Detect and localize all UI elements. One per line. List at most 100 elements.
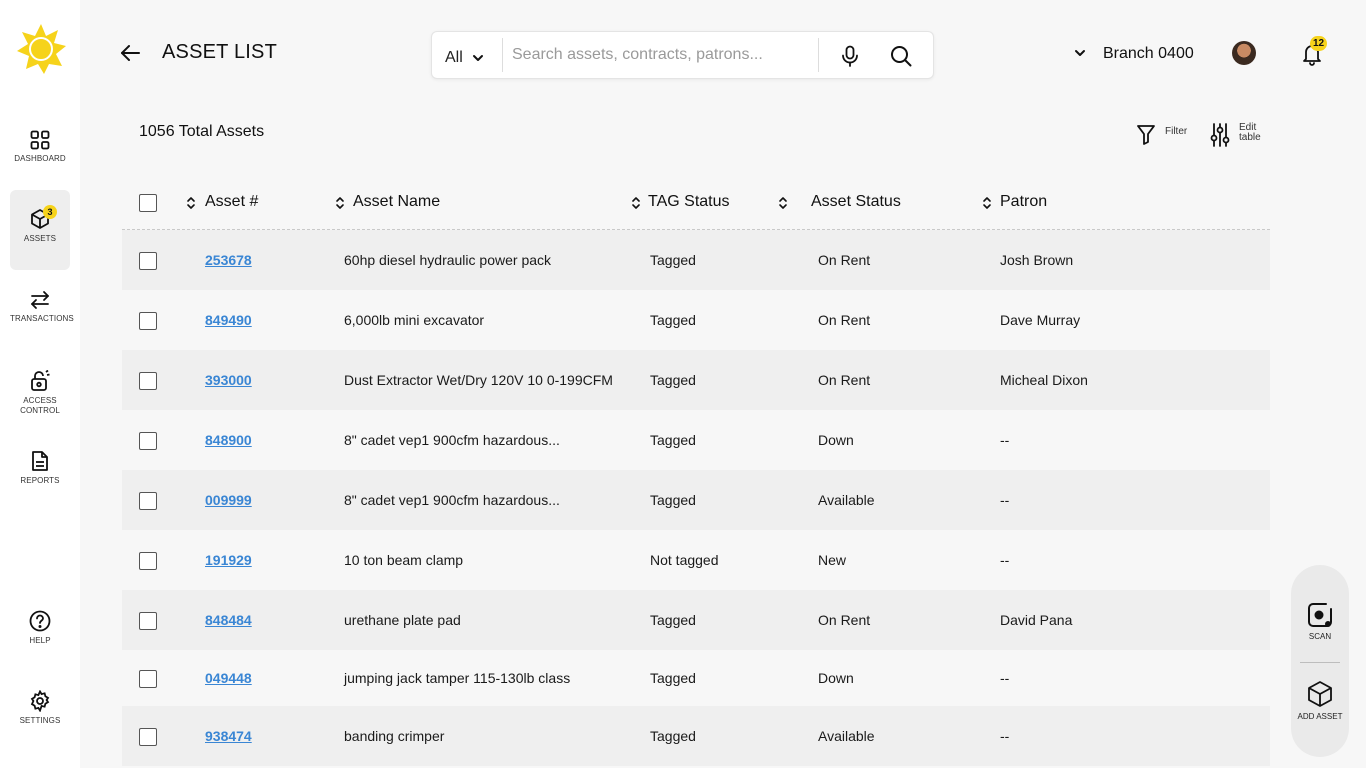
sidebar-item-dashboard[interactable]: DASHBOARD <box>10 112 70 192</box>
sort-icon[interactable] <box>631 195 641 211</box>
asset-number-link[interactable]: 253678 <box>205 252 252 268</box>
patron: -- <box>1000 728 1010 744</box>
search-scope-select[interactable]: All <box>432 32 502 78</box>
tag-status: Tagged <box>650 432 696 448</box>
sort-icon[interactable] <box>335 195 345 211</box>
row-checkbox[interactable] <box>139 492 157 510</box>
sun-logo-icon[interactable] <box>16 24 66 74</box>
sidebar-item-label: TRANSACTIONS <box>10 314 74 323</box>
column-header-asset-status[interactable]: Asset Status <box>811 193 901 211</box>
sidebar-item-label: HELP <box>29 636 51 645</box>
gear-icon <box>30 690 50 712</box>
add-asset-label: ADD ASSET <box>1297 712 1343 721</box>
asset-name: 8" cadet vep1 900cfm hazardous... <box>344 492 560 508</box>
search-icon[interactable] <box>890 45 912 67</box>
sidebar-item-access-control[interactable]: ACCESS CONTROL <box>10 352 70 432</box>
asset-status: Down <box>818 670 854 686</box>
asset-name: 60hp diesel hydraulic power pack <box>344 252 552 268</box>
edit-table-button[interactable]: Edit table <box>1210 120 1270 150</box>
asset-status: Down <box>818 432 854 448</box>
column-header-tag-status[interactable]: TAG Status <box>648 193 730 211</box>
sidebar-item-label: DASHBOARD <box>14 154 66 163</box>
row-checkbox[interactable] <box>139 612 157 630</box>
column-header-asset-name[interactable]: Asset Name <box>353 193 440 211</box>
patron: -- <box>1000 552 1010 568</box>
sort-icon[interactable] <box>982 195 992 211</box>
sidebar-item-assets[interactable]: 3 ASSETS <box>10 190 70 270</box>
scan-label: SCAN <box>1308 632 1332 641</box>
asset-number-link[interactable]: 848484 <box>205 612 252 628</box>
table-row[interactable]: 049448 jumping jack tamper 115-130lb cla… <box>122 650 1270 706</box>
grid-icon <box>30 130 50 150</box>
column-header-asset-number[interactable]: Asset # <box>205 193 258 211</box>
table-row[interactable]: 393000 Dust Extractor Wet/Dry 120V 10 0-… <box>122 350 1270 410</box>
patron: -- <box>1000 492 1010 508</box>
asset-name: 6,000lb mini excavator <box>344 312 485 328</box>
table-row[interactable]: 253678 60hp diesel hydraulic power pack … <box>122 230 1270 290</box>
total-assets-count: 1056 Total Assets <box>139 123 265 140</box>
table-row[interactable]: 848484 urethane plate pad Tagged On Rent… <box>122 590 1270 650</box>
avatar[interactable] <box>1232 41 1256 65</box>
tag-status: Not tagged <box>650 552 719 568</box>
asset-status: On Rent <box>818 372 871 388</box>
row-checkbox[interactable] <box>139 372 157 390</box>
patron: Micheal Dixon <box>1000 372 1088 388</box>
sort-icon[interactable] <box>186 195 196 211</box>
sidebar-item-label: ASSETS <box>23 234 57 243</box>
table-row[interactable]: 009999 8" cadet vep1 900cfm hazardous...… <box>122 470 1270 530</box>
assets-badge: 3 <box>43 205 57 219</box>
action-panel: SCAN ADD ASSET <box>1291 565 1349 757</box>
asset-name: 8" cadet vep1 900cfm hazardous... <box>344 432 560 448</box>
row-checkbox[interactable] <box>139 252 157 270</box>
sort-icon[interactable] <box>778 195 788 211</box>
asset-number-link[interactable]: 393000 <box>205 372 252 388</box>
row-checkbox[interactable] <box>139 432 157 450</box>
patron: Dave Murray <box>1000 312 1081 328</box>
column-header-patron[interactable]: Patron <box>1000 193 1047 211</box>
asset-table: Asset # Asset Name TAG Status Asset Stat… <box>122 178 1270 766</box>
asset-number-link[interactable]: 191929 <box>205 552 252 568</box>
patron: David Pana <box>1000 612 1073 628</box>
asset-name: urethane plate pad <box>344 612 461 628</box>
row-checkbox[interactable] <box>139 728 157 746</box>
help-icon <box>29 610 51 632</box>
patron: Josh Brown <box>1000 252 1074 268</box>
row-checkbox[interactable] <box>139 312 157 330</box>
asset-number-link[interactable]: 848900 <box>205 432 252 448</box>
sidebar-item-help[interactable]: HELP <box>10 592 70 672</box>
add-asset-button[interactable]: ADD ASSET <box>1291 680 1349 721</box>
select-all-checkbox[interactable] <box>139 194 157 212</box>
cube-icon <box>1308 681 1332 707</box>
table-header: Asset # Asset Name TAG Status Asset Stat… <box>122 178 1270 230</box>
tag-status: Tagged <box>650 252 696 268</box>
filter-button[interactable]: Filter <box>1136 120 1192 150</box>
asset-number-link[interactable]: 938474 <box>205 728 252 744</box>
asset-number-link[interactable]: 009999 <box>205 492 252 508</box>
tag-status: Tagged <box>650 728 696 744</box>
row-checkbox[interactable] <box>139 552 157 570</box>
table-row[interactable]: 191929 10 ton beam clamp Not tagged New … <box>122 530 1270 590</box>
table-row[interactable]: 938474 banding crimper Tagged Available … <box>122 706 1270 766</box>
swap-arrows-icon <box>31 291 49 309</box>
microphone-icon[interactable] <box>840 45 860 67</box>
search-input[interactable] <box>512 40 812 70</box>
sidebar-item-reports[interactable]: REPORTS <box>10 432 70 512</box>
search-scope-value: All <box>445 49 463 66</box>
table-row[interactable]: 848900 8" cadet vep1 900cfm hazardous...… <box>122 410 1270 470</box>
patron: -- <box>1000 432 1010 448</box>
sidebar-item-transactions[interactable]: TRANSACTIONS <box>10 272 74 352</box>
table-label: table <box>1239 132 1261 143</box>
scan-icon <box>1308 603 1332 627</box>
asset-status: New <box>818 552 847 568</box>
tag-status: Tagged <box>650 492 696 508</box>
back-arrow-icon[interactable] <box>118 40 144 66</box>
scan-button[interactable]: SCAN <box>1291 602 1349 641</box>
asset-name: 10 ton beam clamp <box>344 552 464 568</box>
table-row[interactable]: 849490 6,000lb mini excavator Tagged On … <box>122 290 1270 350</box>
row-checkbox[interactable] <box>139 670 157 688</box>
branch-label: Branch 0400 <box>1103 45 1194 62</box>
asset-number-link[interactable]: 849490 <box>205 312 252 328</box>
asset-number-link[interactable]: 049448 <box>205 670 252 686</box>
sidebar-item-settings[interactable]: SETTINGS <box>10 672 70 752</box>
tag-status: Tagged <box>650 612 696 628</box>
